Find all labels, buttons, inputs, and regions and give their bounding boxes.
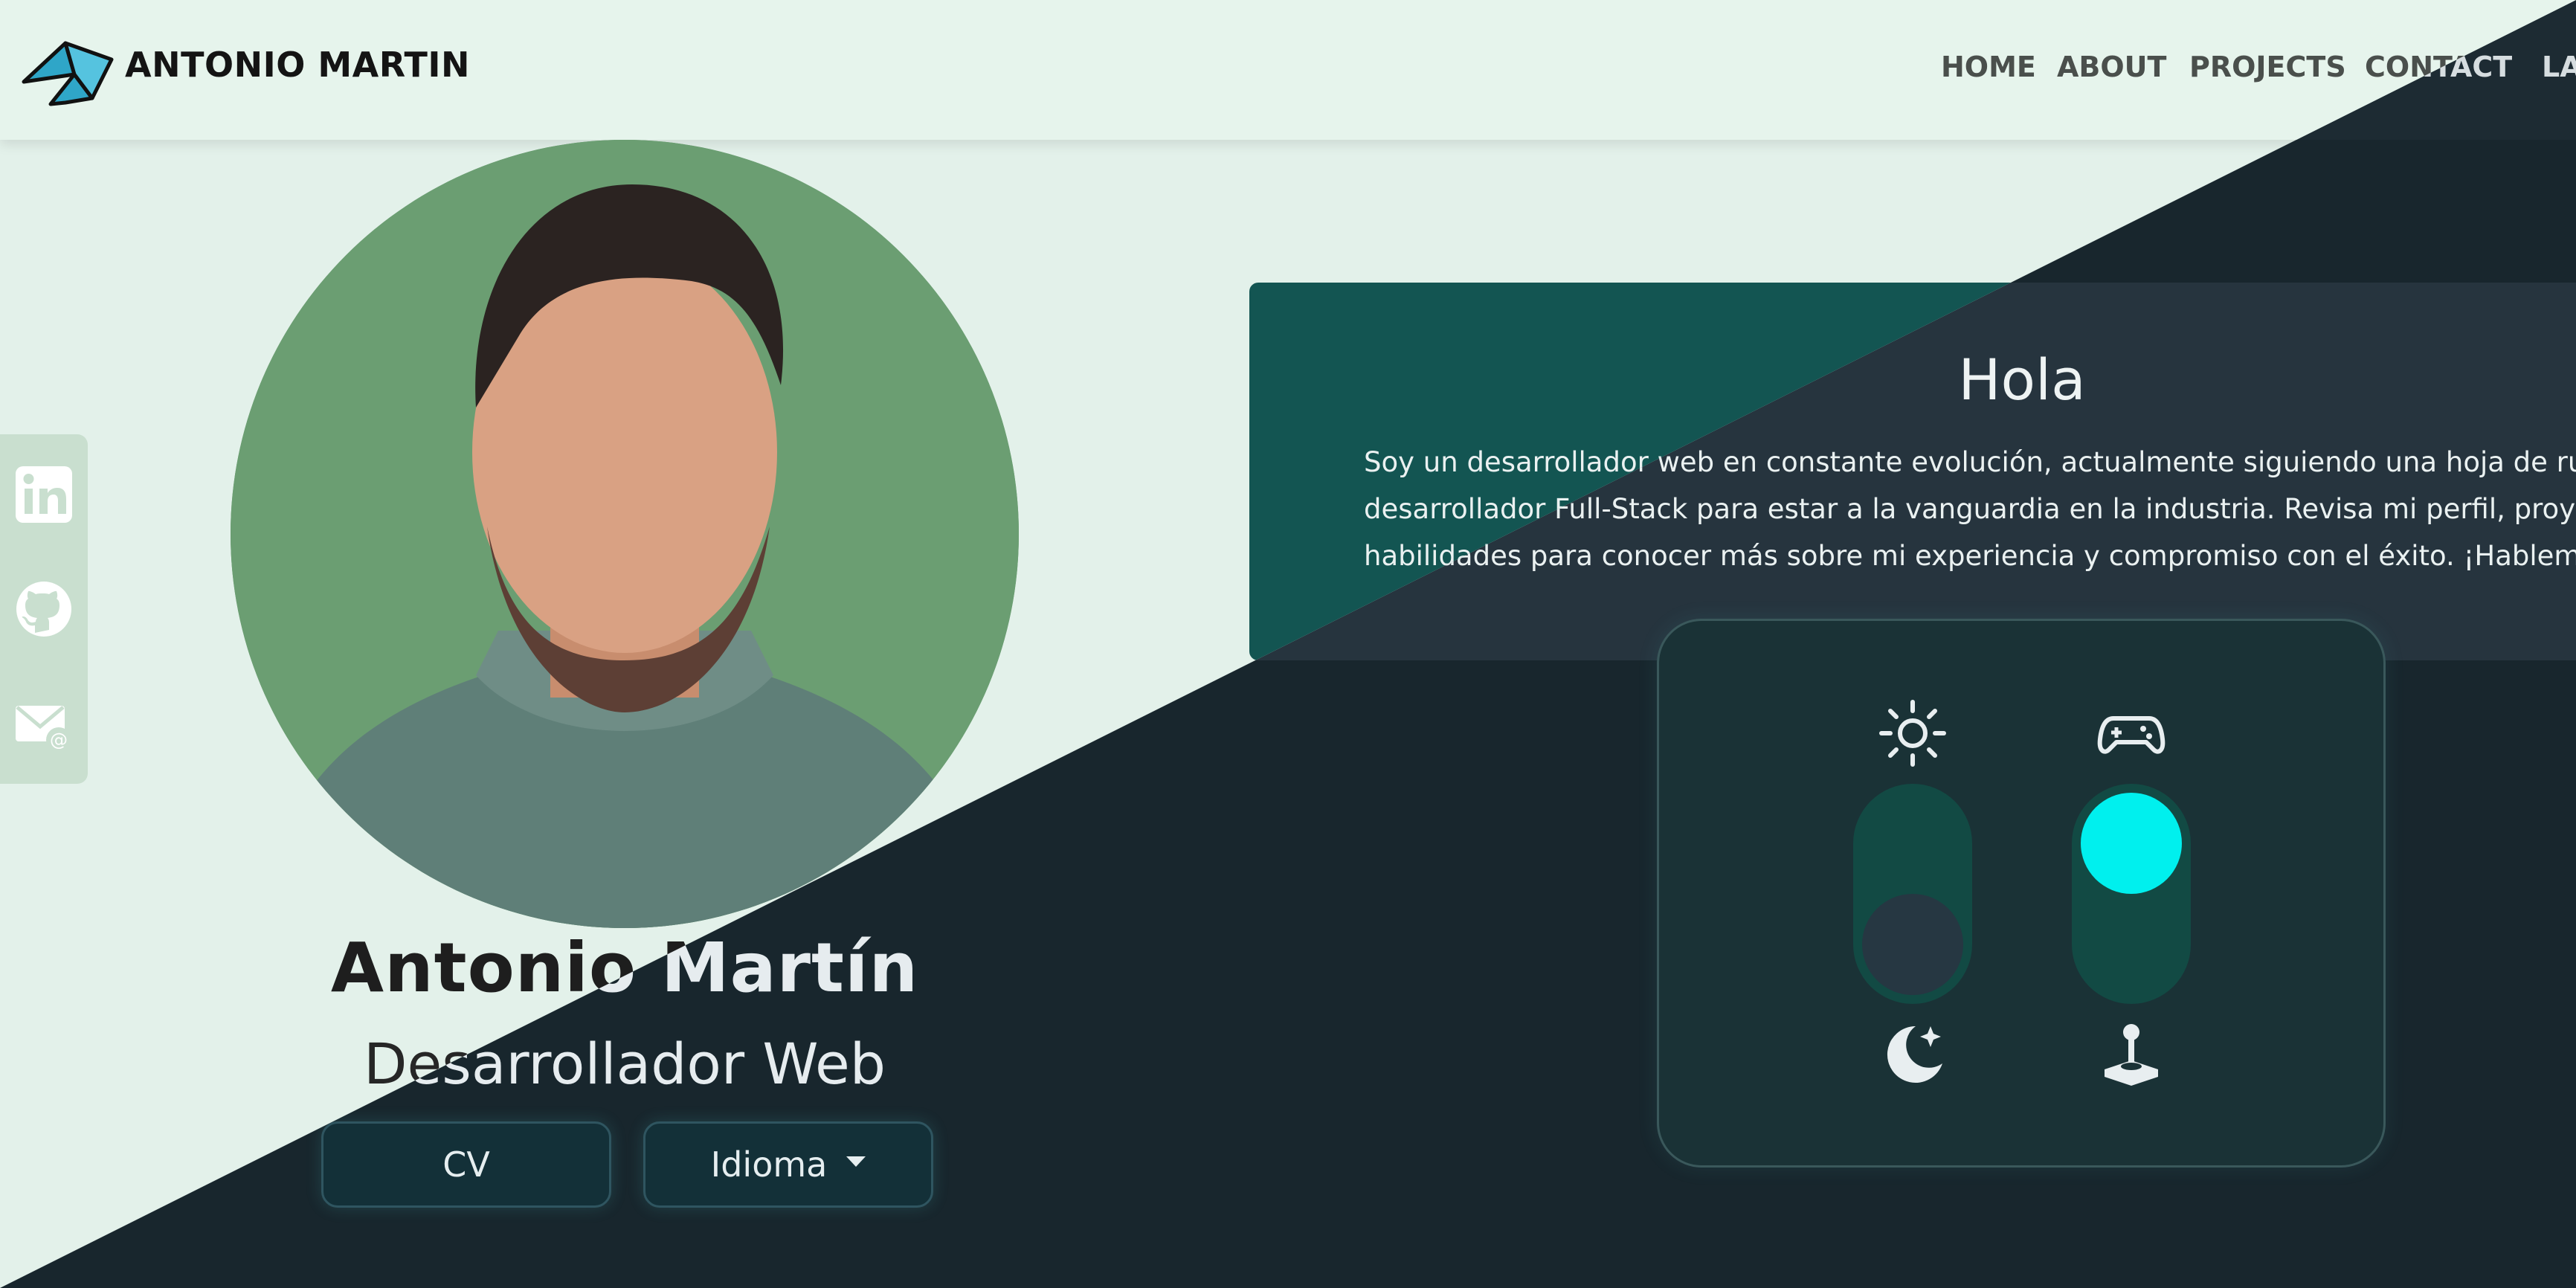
origami-bird-logo[interactable]: [21, 30, 117, 107]
moon-icon: [1887, 1026, 1942, 1083]
sun-icon: [1879, 700, 1946, 767]
nav-about[interactable]: ABOUT: [2057, 51, 2166, 83]
cv-button-label: CV: [442, 1144, 490, 1185]
mode-toggle-knob[interactable]: [2081, 793, 2182, 894]
language-dropdown-label: Idioma: [710, 1144, 828, 1185]
nav-projects[interactable]: PROJECTS: [2189, 51, 2346, 83]
svg-text:@: @: [50, 730, 68, 750]
navbar-light: ANTONIO MARTIN HOME ABOUT PROJECTS CONTA…: [0, 0, 2576, 140]
language-dropdown[interactable]: Idioma: [643, 1121, 933, 1208]
brand-name[interactable]: ANTONIO MARTIN: [125, 45, 470, 85]
gamepad-icon: [2097, 716, 2166, 754]
nav-home[interactable]: HOME: [1941, 51, 2036, 83]
intro-line: habilidades para conocer más sobre mi ex…: [1364, 540, 2576, 572]
social-sidebar-light: @: [0, 434, 88, 784]
joystick-icon: [2105, 1024, 2158, 1086]
nav-language[interactable]: LA: [2542, 51, 2576, 83]
email-icon[interactable]: @: [13, 695, 74, 756]
mode-toggle[interactable]: [2072, 784, 2191, 1004]
theme-toggle[interactable]: [1853, 784, 1972, 1004]
linkedin-icon[interactable]: [13, 464, 74, 525]
caret-down-icon: [846, 1156, 866, 1167]
settings-toggle-panel: [1657, 619, 2386, 1168]
theme-toggle-knob[interactable]: [1862, 894, 1963, 995]
cv-button[interactable]: CV: [321, 1121, 611, 1208]
github-icon[interactable]: [13, 579, 74, 640]
profile-photo: [231, 140, 1019, 928]
